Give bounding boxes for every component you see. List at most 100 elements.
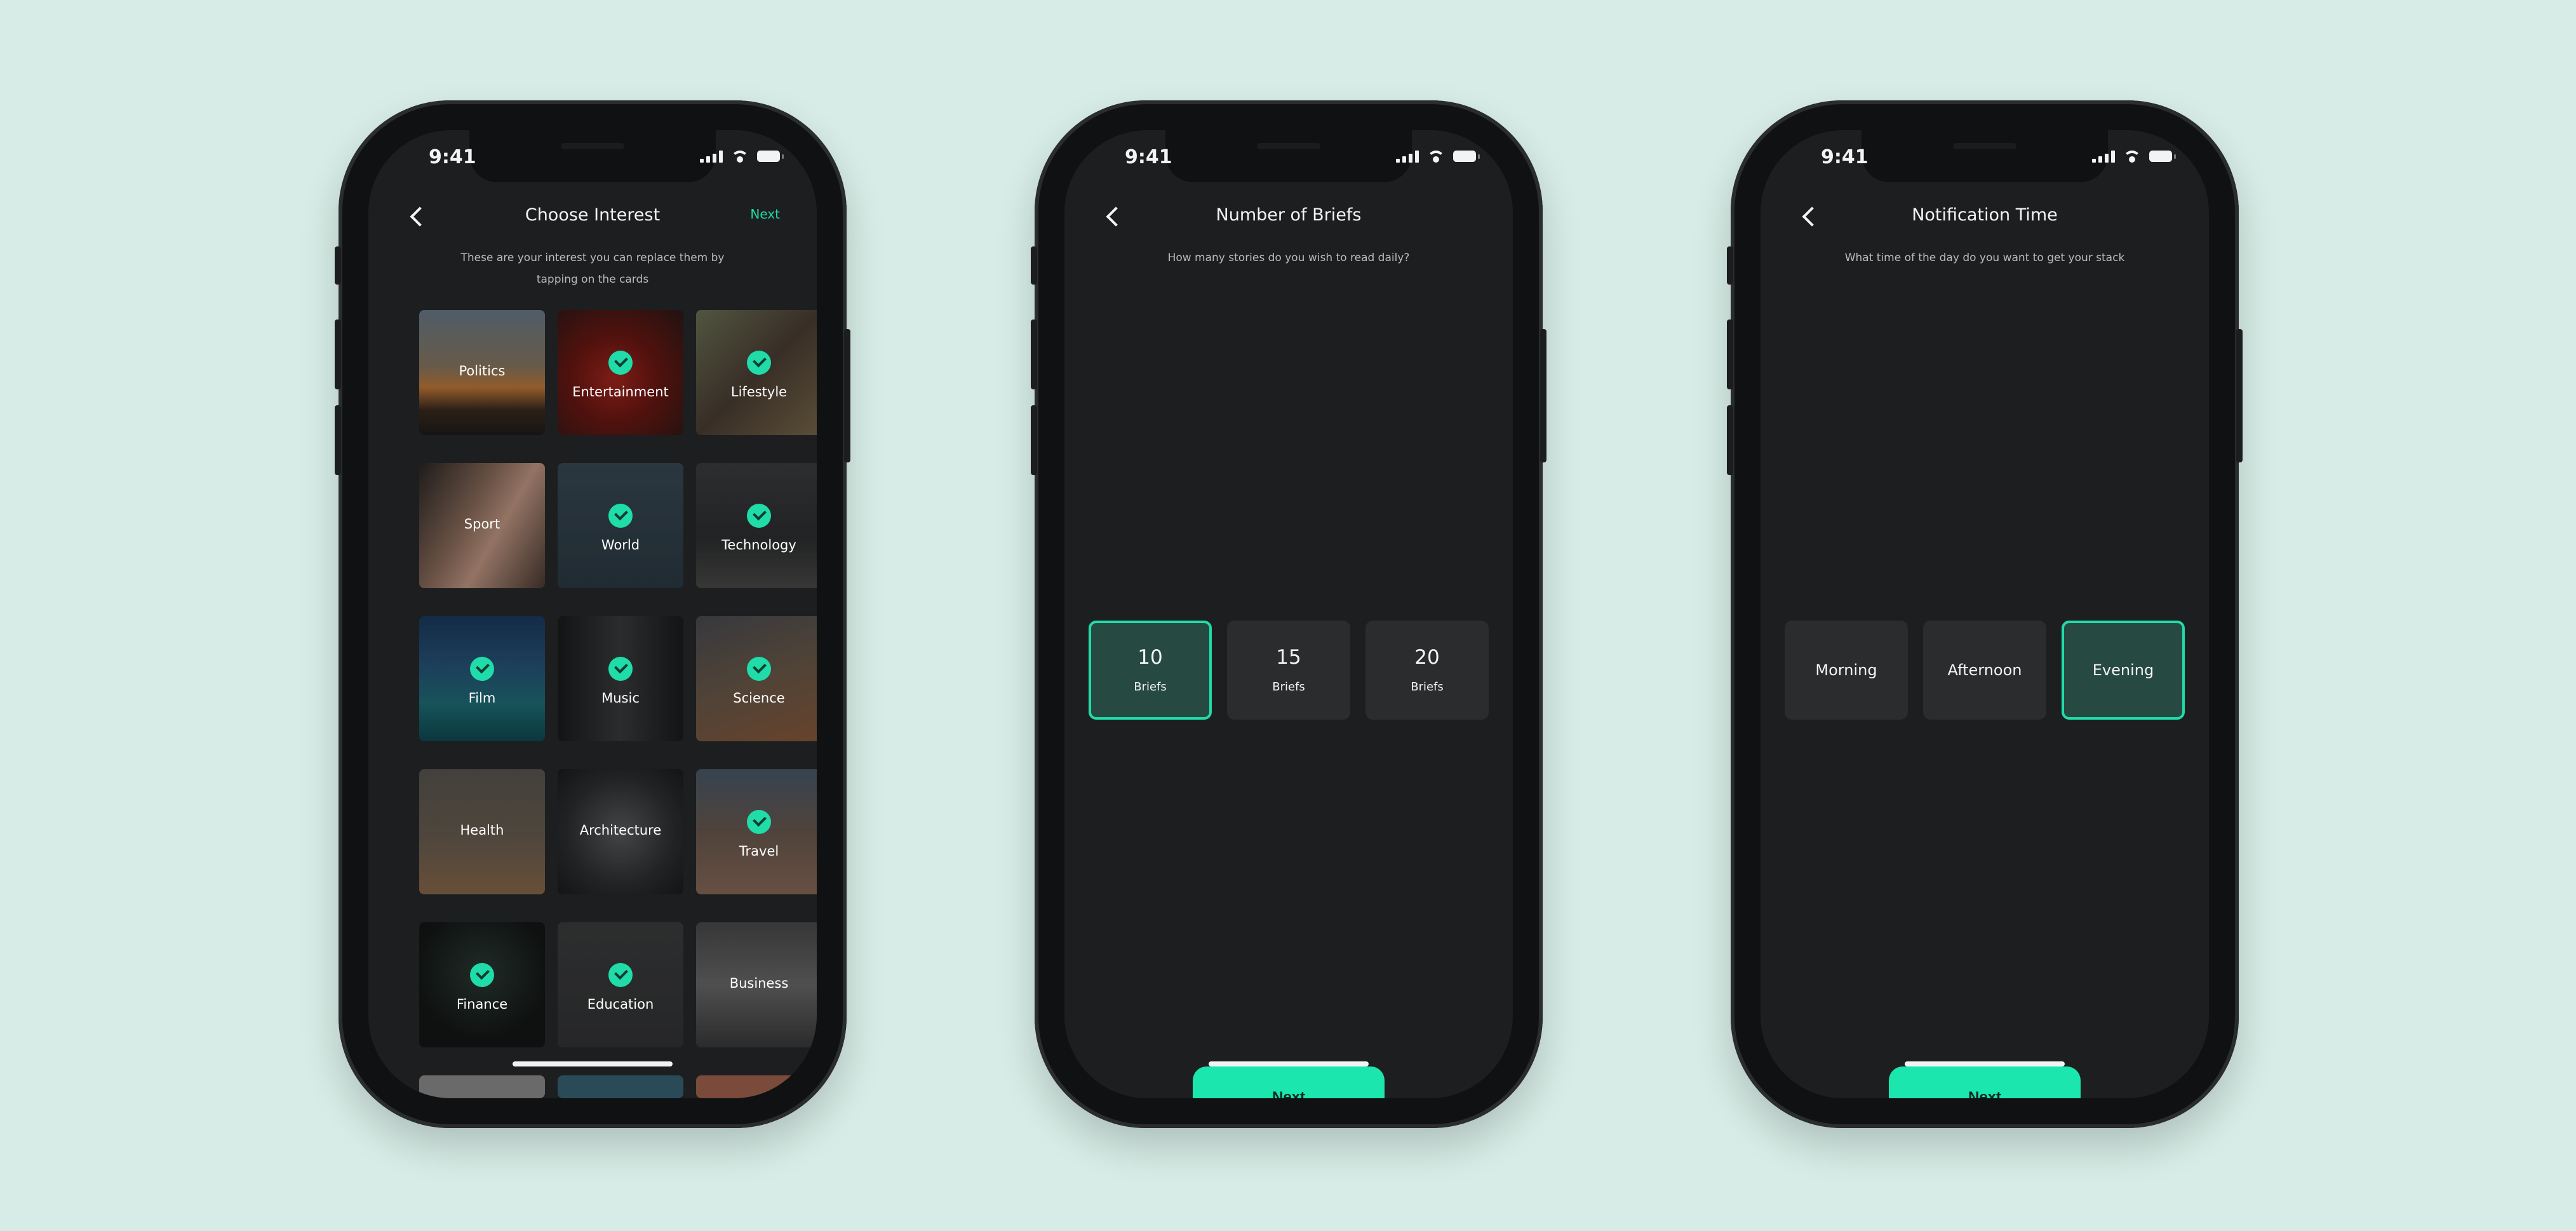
page-subtitle: These are your interest you can replace … — [460, 252, 725, 286]
wifi-icon — [730, 149, 749, 163]
interest-card-technology[interactable]: Technology — [696, 463, 817, 588]
next-button[interactable]: Next — [1193, 1066, 1385, 1098]
status-icons — [2092, 149, 2176, 163]
briefs-option-15[interactable]: 15 Briefs — [1227, 621, 1350, 720]
volume-down-button — [335, 405, 341, 475]
card-label: Lifestyle — [730, 384, 788, 400]
card-label: Politics — [459, 363, 506, 379]
time-option-afternoon[interactable]: Afternoon — [1923, 621, 2046, 720]
interest-card-world[interactable]: World — [558, 463, 683, 588]
volume-up-button — [335, 320, 341, 389]
option-value: 10 — [1137, 646, 1163, 669]
option-unit: Briefs — [1272, 680, 1305, 694]
card-label: World — [601, 537, 640, 553]
page-subtitle: What time of the day do you want to get … — [1844, 252, 2125, 264]
page-subtitle: How many stories do you wish to read dai… — [1167, 252, 1410, 264]
page-title: Choose Interest — [525, 205, 661, 225]
option-value: 20 — [1414, 646, 1440, 669]
interest-card-travel[interactable]: Travel — [696, 769, 817, 894]
check-icon — [608, 657, 633, 681]
screen-notification-time: 9:41 Notification Time What time of the … — [1761, 130, 2209, 1098]
status-time: 9:41 — [1821, 146, 1868, 168]
option-value: 15 — [1276, 646, 1301, 669]
check-icon — [608, 351, 633, 375]
volume-down-button — [1031, 405, 1037, 475]
volume-down-button — [1727, 405, 1733, 475]
signal-icon — [1396, 150, 1419, 163]
check-icon — [747, 810, 771, 834]
card-label: Technology — [721, 537, 796, 553]
card-label: Business — [729, 976, 789, 991]
silent-switch — [1727, 246, 1733, 285]
home-indicator[interactable] — [513, 1061, 673, 1066]
card-label: Finance — [456, 997, 508, 1012]
interest-card-film[interactable]: Film — [419, 616, 545, 741]
card-label: Health — [460, 823, 504, 838]
battery-icon — [1453, 151, 1480, 162]
interest-card-partial[interactable] — [419, 1075, 545, 1098]
silent-switch — [1031, 246, 1037, 285]
check-icon — [608, 504, 633, 528]
interest-card-business[interactable]: Business — [696, 922, 817, 1047]
option-label: Evening — [2092, 661, 2154, 679]
interest-card-architecture[interactable]: Architecture — [558, 769, 683, 894]
home-indicator[interactable] — [1905, 1061, 2065, 1066]
notch — [469, 130, 716, 182]
interest-card-entertainment[interactable]: Entertainment — [558, 310, 683, 435]
card-label: Architecture — [579, 823, 662, 838]
check-icon — [470, 657, 494, 681]
page-title: Number of Briefs — [1216, 205, 1362, 225]
power-button — [2236, 329, 2243, 462]
signal-icon — [2092, 150, 2115, 163]
silent-switch — [335, 246, 341, 285]
volume-up-button — [1031, 320, 1037, 389]
check-icon — [747, 504, 771, 528]
interest-card-music[interactable]: Music — [558, 616, 683, 741]
time-option-morning[interactable]: Morning — [1785, 621, 1908, 720]
option-label: Morning — [1815, 661, 1877, 679]
speaker — [1953, 143, 2016, 149]
page-title: Notification Time — [1912, 205, 2058, 225]
briefs-option-20[interactable]: 20 Briefs — [1365, 621, 1489, 720]
card-label: Science — [733, 690, 785, 706]
option-unit: Briefs — [1411, 680, 1444, 694]
notch — [1862, 130, 2108, 182]
interest-card-finance[interactable]: Finance — [419, 922, 545, 1047]
card-label: Music — [601, 690, 640, 706]
speaker — [1257, 143, 1320, 149]
status-icons — [700, 149, 784, 163]
option-unit: Briefs — [1134, 680, 1167, 694]
battery-icon — [2149, 151, 2176, 162]
interest-card-partial[interactable] — [696, 1075, 817, 1098]
time-option-evening[interactable]: Evening — [2062, 621, 2185, 720]
signal-icon — [700, 150, 723, 163]
home-indicator[interactable] — [1209, 1061, 1369, 1066]
interest-card-partial[interactable] — [558, 1075, 683, 1098]
screen-choose-interest: 9:41 Choose Interest Next These are your… — [368, 130, 817, 1098]
card-label: Sport — [464, 516, 500, 532]
card-label: Education — [587, 997, 654, 1012]
next-link[interactable]: Next — [750, 206, 780, 222]
interest-card-health[interactable]: Health — [419, 769, 545, 894]
volume-up-button — [1727, 320, 1733, 389]
card-label: Entertainment — [572, 384, 669, 400]
notch — [1165, 130, 1412, 182]
screen-number-of-briefs: 9:41 Number of Briefs How many stories d… — [1064, 130, 1513, 1098]
check-icon — [747, 351, 771, 375]
interest-card-sport[interactable]: Sport — [419, 463, 545, 588]
interest-card-lifestyle[interactable]: Lifestyle — [696, 310, 817, 435]
status-time: 9:41 — [429, 146, 476, 168]
phone-frame-number-of-briefs: 9:41 Number of Briefs How many stories d… — [1031, 100, 1546, 1128]
wifi-icon — [1426, 149, 1446, 163]
power-button — [1540, 329, 1546, 462]
check-icon — [470, 963, 494, 987]
check-icon — [747, 657, 771, 681]
next-button[interactable]: Next — [1889, 1066, 2081, 1098]
card-label: Film — [468, 690, 496, 706]
phone-frame-notification-time: 9:41 Notification Time What time of the … — [1727, 100, 2243, 1128]
interest-card-education[interactable]: Education — [558, 922, 683, 1047]
briefs-option-10[interactable]: 10 Briefs — [1089, 621, 1212, 720]
interest-card-science[interactable]: Science — [696, 616, 817, 741]
interest-card-politics[interactable]: Politics — [419, 310, 545, 435]
speaker — [561, 143, 624, 149]
